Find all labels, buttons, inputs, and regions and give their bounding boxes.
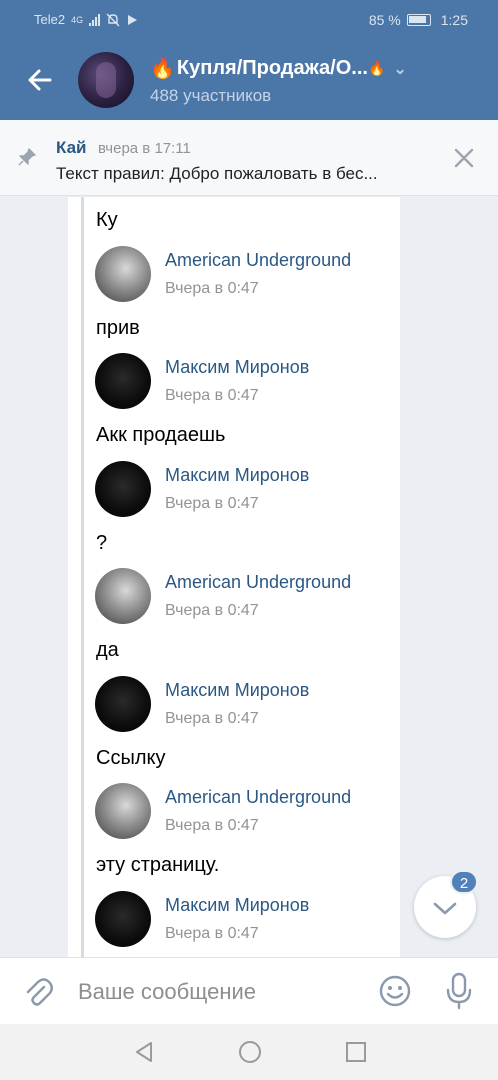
chat-header: 🔥 Купля/Продажа/О... 🔥 ⌄ 488 участников	[0, 40, 498, 120]
chat-title-text: Купля/Продажа/О...	[176, 57, 368, 79]
author-name[interactable]: Максим Миронов	[165, 357, 309, 378]
back-arrow-icon[interactable]	[24, 64, 56, 96]
message-time: Вчера в 0:47	[165, 925, 259, 942]
message-time: Вчера в 0:47	[165, 387, 259, 404]
avatar[interactable]	[95, 246, 151, 302]
signal-icon	[89, 13, 101, 26]
avatar[interactable]	[95, 568, 151, 624]
chat-avatar[interactable]	[78, 52, 134, 108]
pinned-author: Кай	[56, 138, 87, 157]
pin-icon	[18, 148, 36, 166]
chat-title[interactable]: 🔥 Купля/Продажа/О... 🔥 ⌄	[150, 56, 407, 81]
microphone-icon[interactable]	[444, 972, 474, 1010]
avatar[interactable]	[95, 783, 151, 839]
message-input[interactable]	[78, 970, 358, 1014]
message-feed[interactable]: Ку American Underground Вчера в 0:47 при…	[68, 197, 400, 957]
author-name[interactable]: Максим Миронов	[165, 895, 309, 916]
emoji-icon[interactable]	[378, 974, 412, 1008]
nav-home-icon[interactable]	[238, 1040, 262, 1064]
forwarded-author[interactable]: American Underground Вчера в 0:47	[95, 568, 395, 628]
avatar[interactable]	[95, 353, 151, 409]
play-icon	[128, 14, 138, 25]
forwarded-author[interactable]: Максим Миронов Вчера в 0:47	[95, 461, 395, 521]
battery-percent: 85 %	[368, 12, 401, 28]
status-bar: Tele2 4G 85 % 1:25	[0, 0, 498, 40]
pinned-text: Текст правил: Добро пожаловать в бес...	[56, 164, 378, 183]
fire-icon: 🔥	[150, 58, 175, 80]
clock: 1:25	[440, 12, 468, 28]
author-name[interactable]: Максим Миронов	[165, 465, 309, 486]
message-text: прив	[96, 317, 140, 339]
network-label: 4G	[71, 14, 84, 25]
avatar[interactable]	[95, 676, 151, 732]
battery-icon	[406, 14, 431, 26]
message-time: Вчера в 0:47	[165, 602, 259, 619]
message-time: Вчера в 0:47	[165, 495, 259, 512]
nav-recents-icon[interactable]	[344, 1040, 368, 1064]
members-count: 488 участников	[150, 86, 272, 105]
fire-icon-trailing: 🔥	[367, 60, 386, 76]
forwarded-author[interactable]: Максим Миронов Вчера в 0:47	[95, 353, 395, 413]
message-composer	[0, 957, 498, 1024]
author-name[interactable]: Максим Миронов	[165, 680, 309, 701]
message-text: Ссылку	[96, 747, 166, 769]
message-text: да	[96, 639, 119, 661]
carrier-label: Tele2	[34, 12, 66, 27]
message-time: Вчера в 0:47	[165, 817, 259, 834]
author-name[interactable]: American Underground	[165, 250, 351, 271]
pinned-message[interactable]: Кай вчера в 17:11 Текст правил: Добро по…	[0, 120, 498, 196]
system-nav-bar	[0, 1024, 498, 1080]
avatar[interactable]	[95, 891, 151, 947]
paperclip-icon[interactable]	[22, 976, 54, 1008]
message-text: Акк продаешь	[96, 424, 226, 446]
forwarded-author[interactable]: Максим Миронов Вчера в 0:47	[95, 676, 395, 736]
author-name[interactable]: American Underground	[165, 572, 351, 593]
forward-line	[81, 197, 84, 957]
unread-badge: 2	[450, 870, 478, 894]
close-icon[interactable]	[452, 146, 476, 170]
message-text: ?	[96, 532, 108, 554]
nav-back-icon[interactable]	[132, 1040, 156, 1064]
author-name[interactable]: American Underground	[165, 787, 351, 808]
message-time: Вчера в 0:47	[165, 710, 259, 727]
pinned-time: вчера в 17:11	[98, 140, 191, 157]
forwarded-author[interactable]: American Underground Вчера в 0:47	[95, 246, 395, 306]
message-time: Вчера в 0:47	[165, 280, 259, 297]
forwarded-author[interactable]: Максим Миронов Вчера в 0:47	[95, 891, 395, 951]
forwarded-author[interactable]: American Underground Вчера в 0:47	[95, 783, 395, 843]
message-text: эту страницу.	[96, 854, 220, 876]
message-text: Ку	[96, 209, 118, 231]
avatar[interactable]	[95, 461, 151, 517]
mute-icon	[106, 13, 120, 26]
chevron-down-icon: ⌄	[393, 60, 407, 78]
